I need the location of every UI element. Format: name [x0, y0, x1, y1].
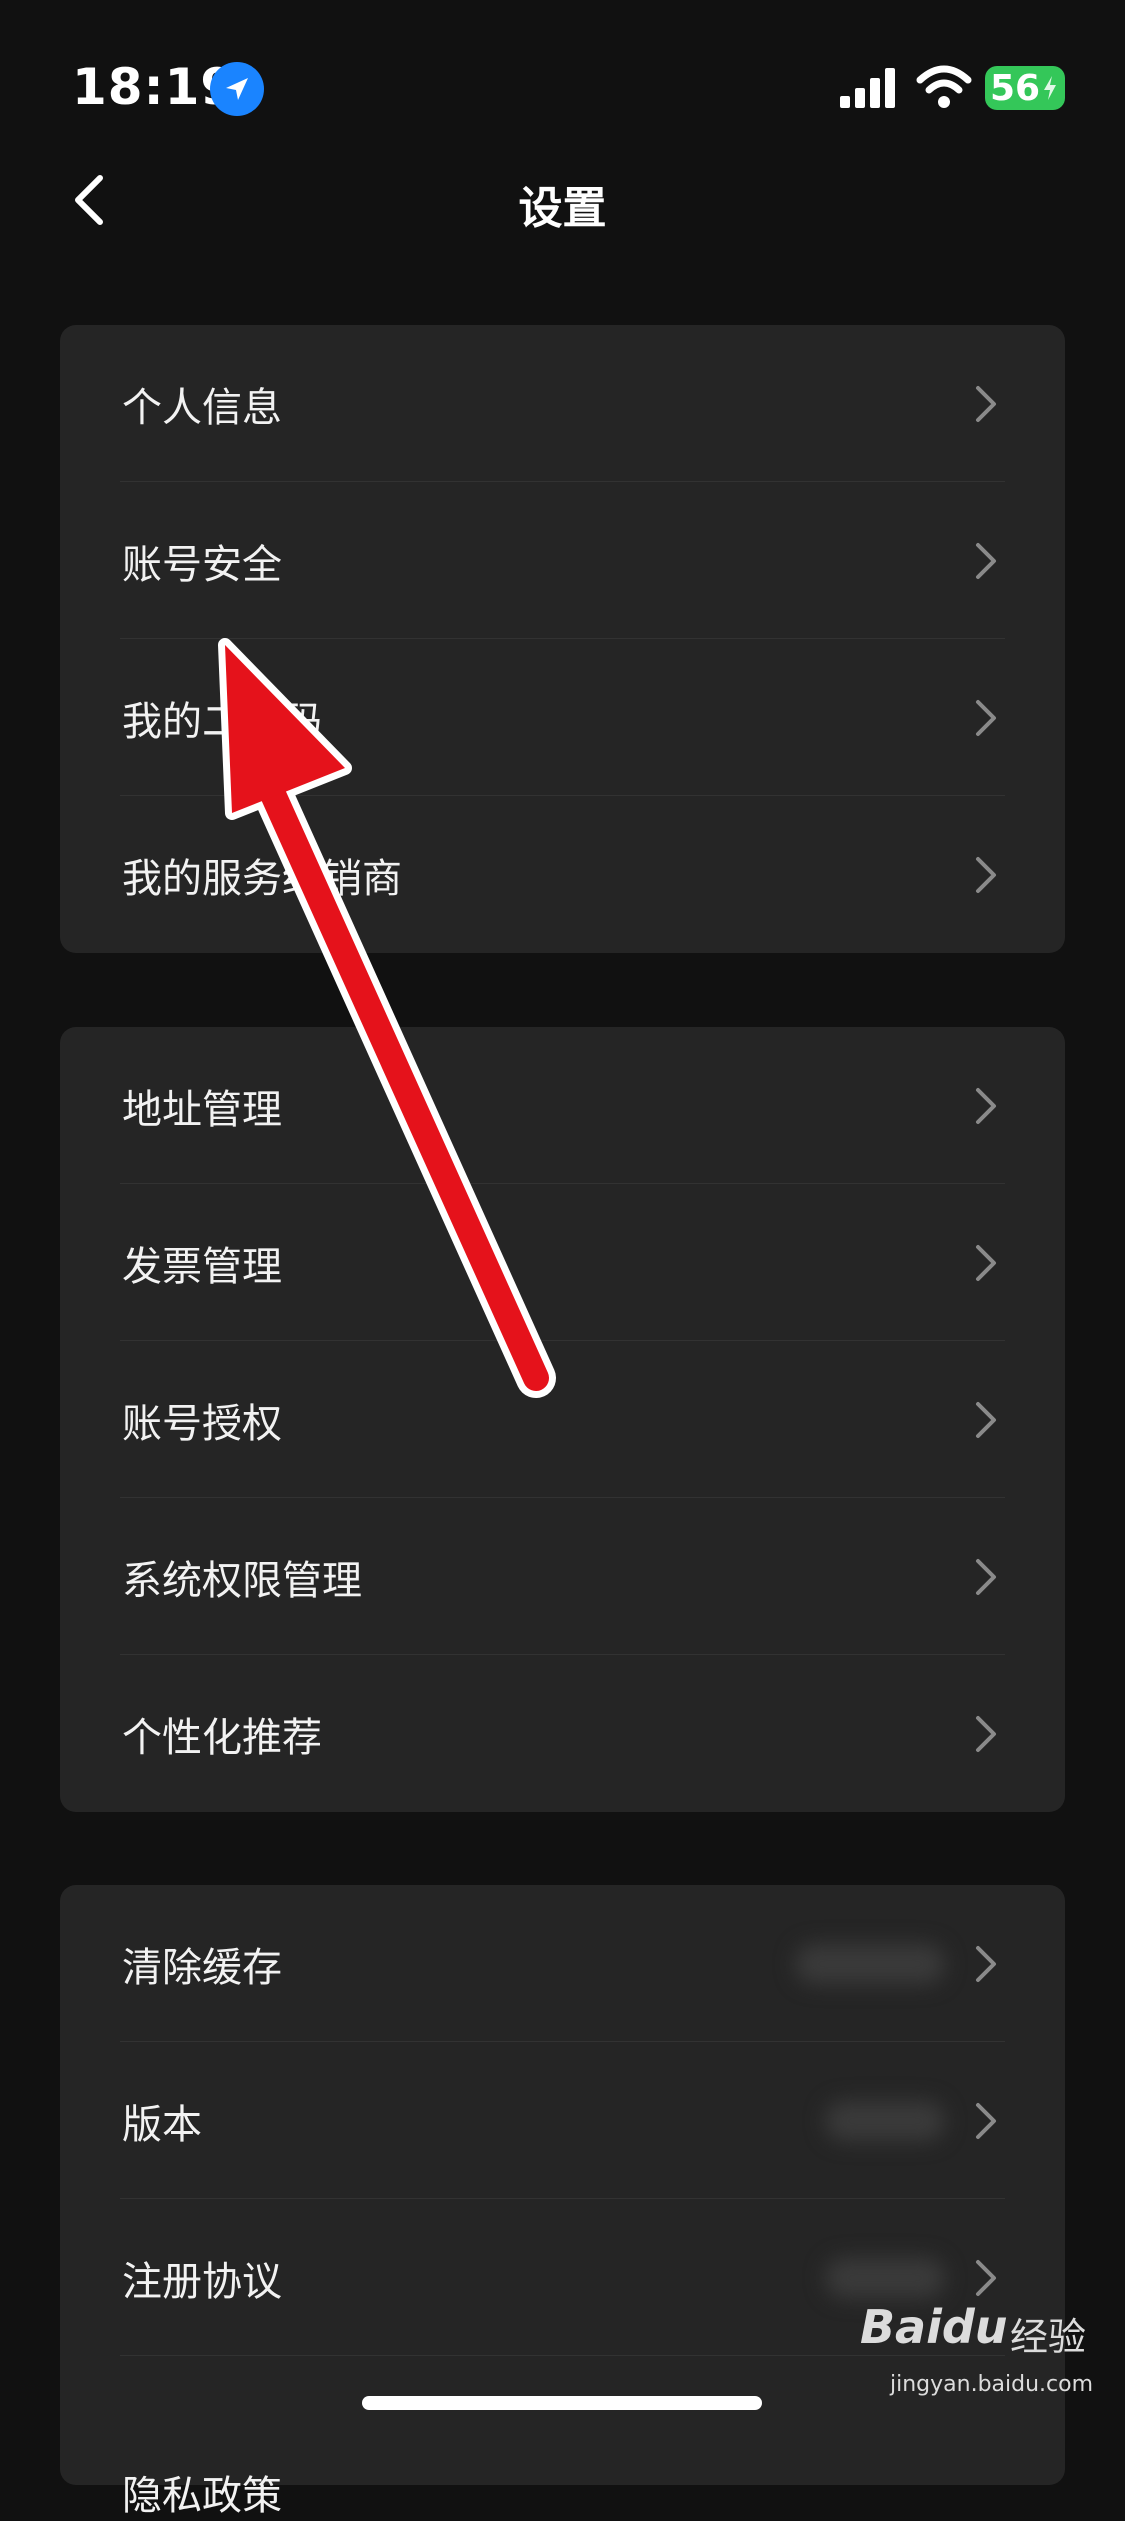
- page-title: 设置: [518, 183, 607, 234]
- battery-charging-icon: 56: [985, 66, 1065, 110]
- chevron-right-icon: [976, 1558, 996, 1595]
- status-bar: 18:19 56: [0, 0, 1125, 170]
- row-invoice-management[interactable]: 发票管理: [60, 1184, 1065, 1341]
- chevron-right-icon: [976, 1945, 996, 1982]
- row-system-permissions[interactable]: 系统权限管理: [60, 1498, 1065, 1655]
- chevron-right-icon: [976, 699, 996, 736]
- row-label: 系统权限管理: [122, 1557, 362, 1604]
- row-label: 隐私政策: [122, 2473, 282, 2519]
- wifi-icon: [916, 64, 972, 114]
- row-clear-cache[interactable]: 清除缓存: [60, 1885, 1065, 2042]
- row-account-authorization[interactable]: 账号授权: [60, 1341, 1065, 1498]
- baidu-watermark: Baidu 经验 jingyan.baidu.com: [860, 2300, 1110, 2420]
- row-label: 个性化推荐: [122, 1714, 322, 1761]
- row-label: 注册协议: [122, 2258, 282, 2305]
- row-label: 我的服务经销商: [122, 855, 402, 902]
- row-label: 发票管理: [122, 1243, 282, 1290]
- row-label: 我的二维码: [122, 698, 322, 745]
- chevron-right-icon: [976, 1401, 996, 1438]
- signal-icon: [838, 66, 900, 114]
- row-label: 清除缓存: [122, 1944, 282, 1991]
- row-label: 账号授权: [122, 1400, 282, 1447]
- battery-level: 56: [989, 68, 1041, 109]
- row-label: 账号安全: [122, 541, 282, 588]
- chevron-right-icon: [976, 542, 996, 579]
- chevron-right-icon: [976, 2259, 996, 2296]
- row-my-dealer[interactable]: 我的服务经销商: [60, 796, 1065, 953]
- watermark-url: jingyan.baidu.com: [890, 2372, 1094, 2397]
- cache-size-value-blurred: [795, 1943, 945, 1984]
- chevron-right-icon: [976, 1715, 996, 1752]
- nav-bar: 设置: [0, 150, 1125, 250]
- bolt-icon: [1044, 76, 1056, 100]
- row-label: 版本: [122, 2101, 202, 2148]
- location-icon: [210, 62, 264, 116]
- chevron-right-icon: [976, 2102, 996, 2139]
- row-label: 地址管理: [122, 1086, 282, 1133]
- agreement-value-blurred: [825, 2257, 945, 2298]
- chevron-right-icon: [976, 1244, 996, 1281]
- chevron-right-icon: [976, 1087, 996, 1124]
- row-personalized-recommendation[interactable]: 个性化推荐: [60, 1655, 1065, 1812]
- home-indicator[interactable]: [362, 2396, 762, 2410]
- watermark-cn: 经验: [1010, 2315, 1087, 2359]
- row-label: 个人信息: [122, 384, 282, 431]
- settings-group-account: 个人信息 账号安全 我的二维码 我的服务经销商: [60, 325, 1065, 953]
- row-version[interactable]: 版本: [60, 2042, 1065, 2199]
- version-value-blurred: [825, 2100, 945, 2141]
- row-personal-info[interactable]: 个人信息: [60, 325, 1065, 482]
- watermark-logo: Baidu: [860, 2300, 1008, 2354]
- row-account-security[interactable]: 账号安全: [60, 482, 1065, 639]
- row-my-qrcode[interactable]: 我的二维码: [60, 639, 1065, 796]
- settings-group-management: 地址管理 发票管理 账号授权 系统权限管理 个性化推荐: [60, 1027, 1065, 1812]
- chevron-right-icon: [976, 385, 996, 422]
- row-address-management[interactable]: 地址管理: [60, 1027, 1065, 1184]
- chevron-right-icon: [976, 856, 996, 893]
